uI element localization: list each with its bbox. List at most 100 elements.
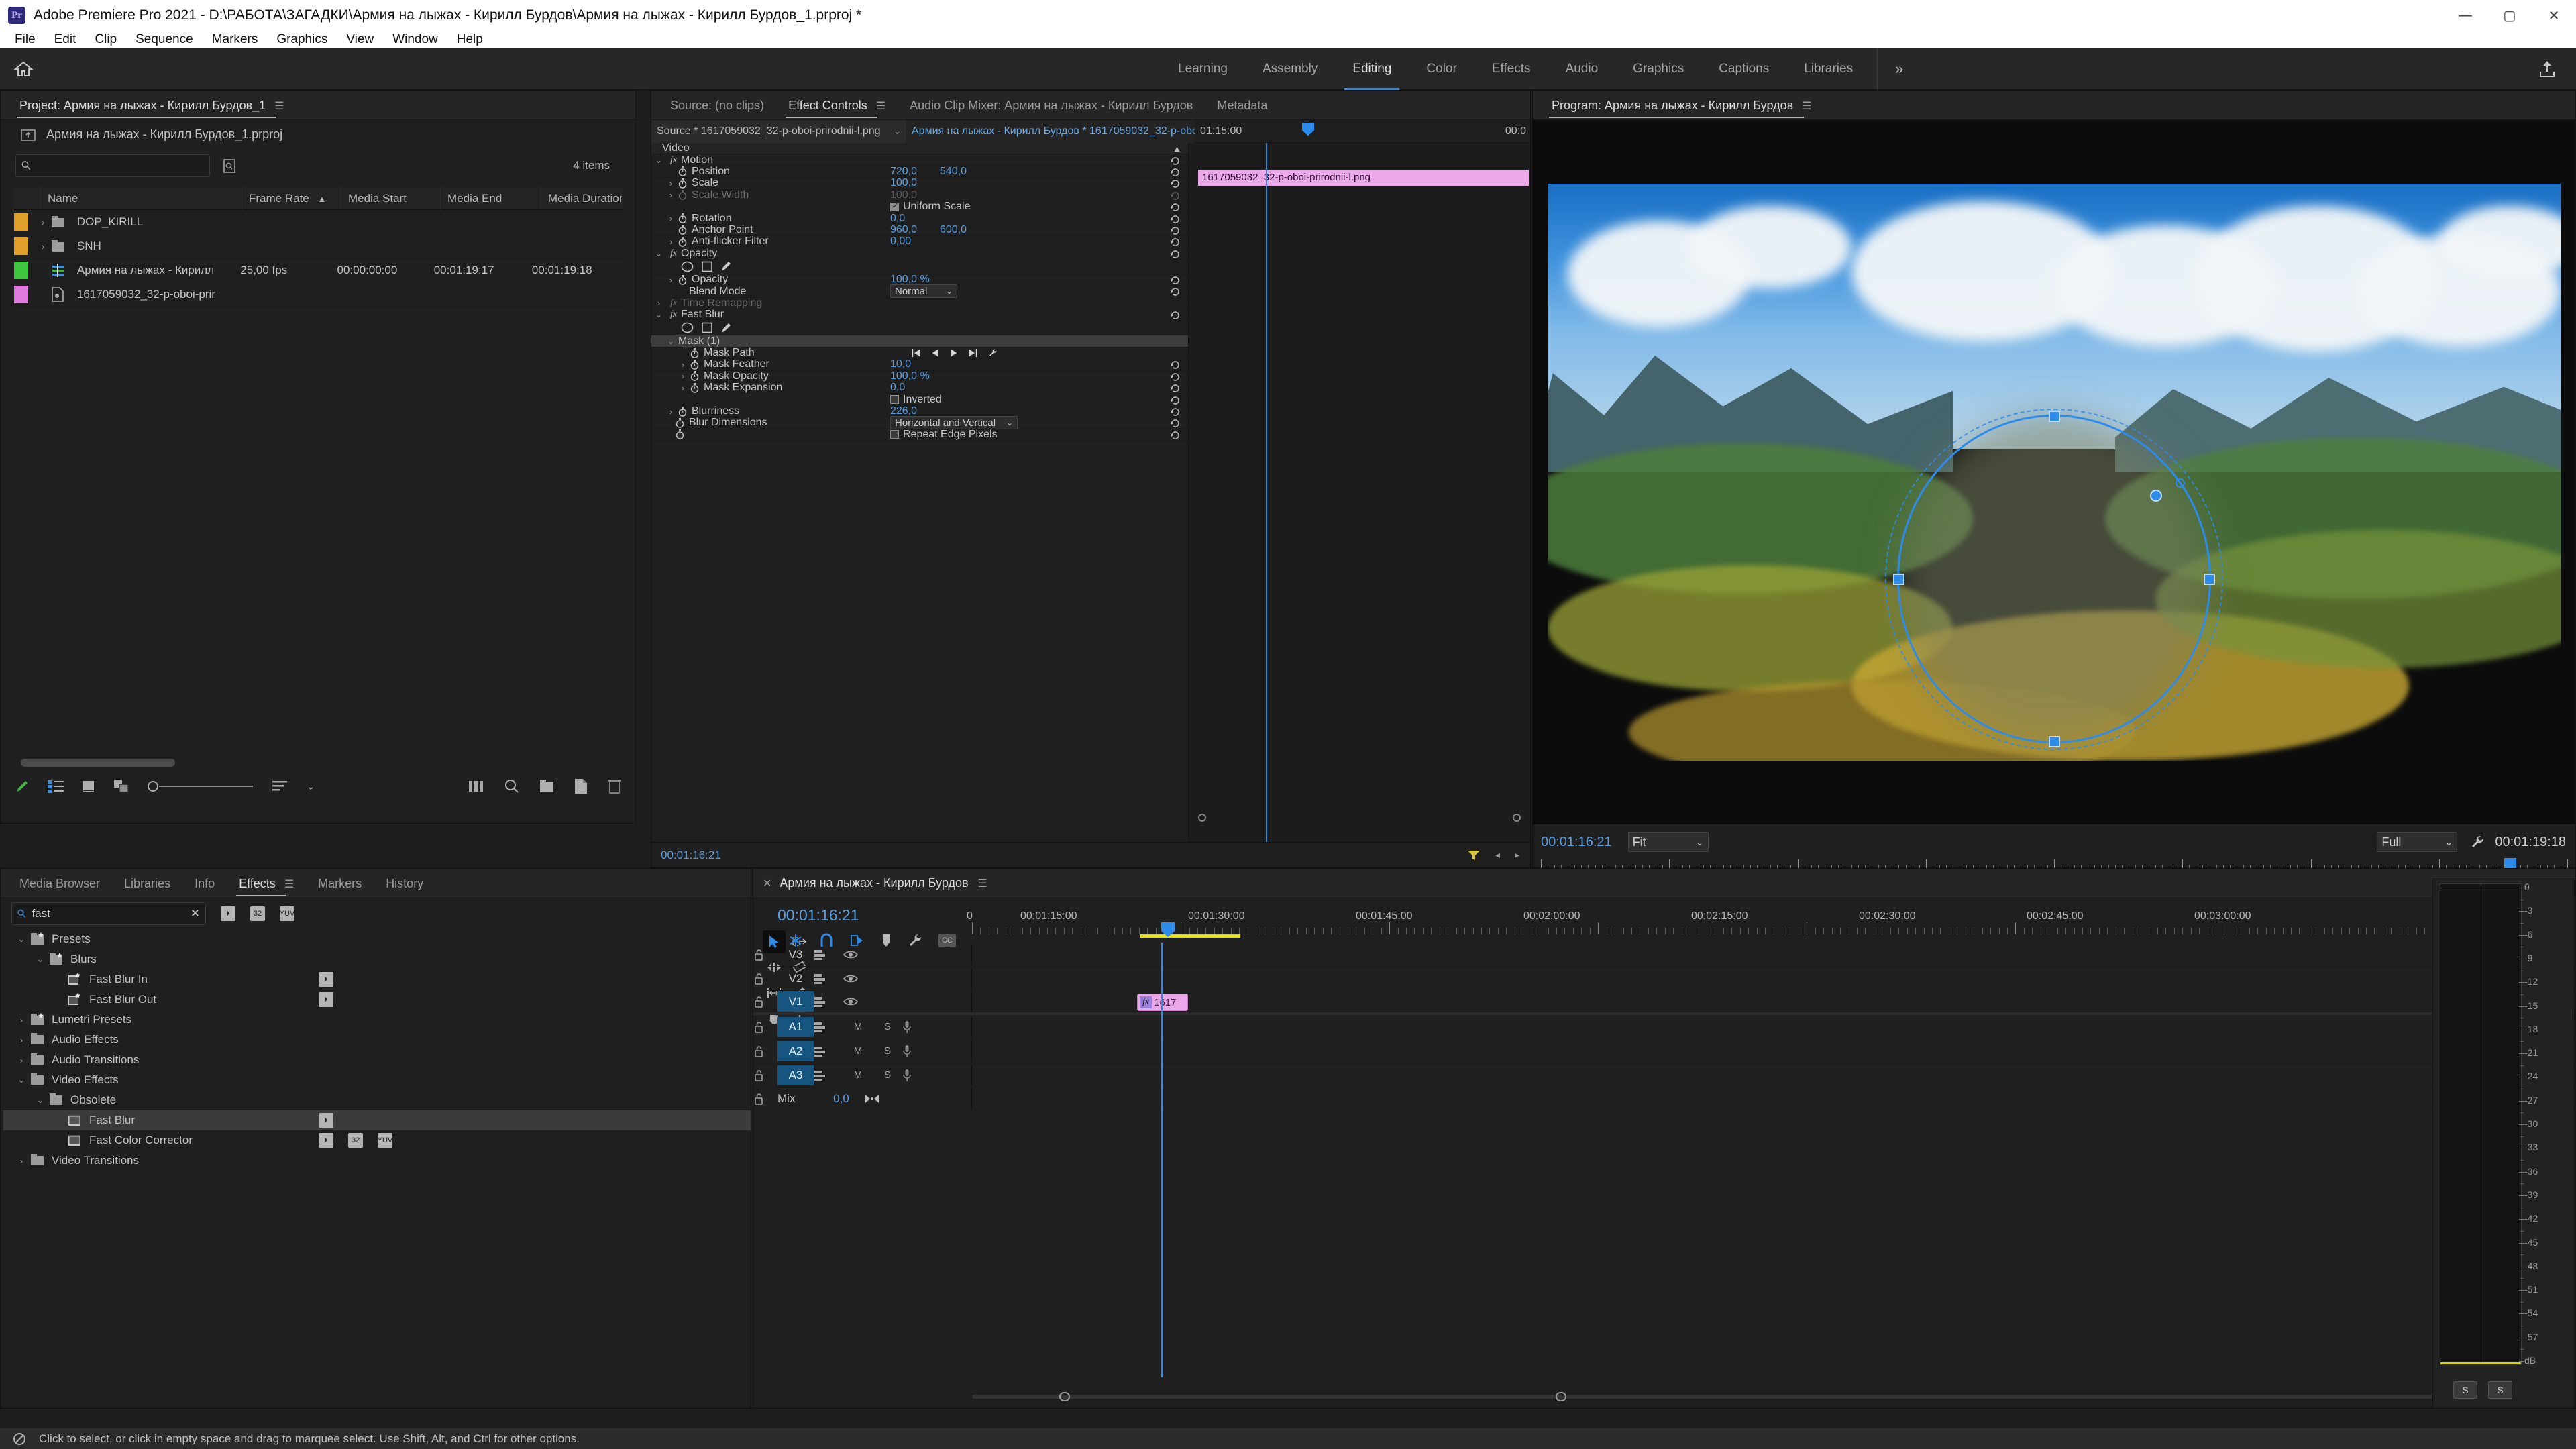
workspace-tab-graphics[interactable]: Graphics	[1615, 48, 1701, 90]
ec-clip-band[interactable]: 1617059032_32-p-oboi-prirodnii-l.png	[1198, 170, 1529, 186]
prev-keyframe-far-icon[interactable]	[912, 349, 921, 358]
twirl-icon[interactable]: ›	[663, 190, 678, 200]
effect-controls-row[interactable]: Inverted	[651, 394, 1188, 406]
twirl-icon[interactable]: ⌄	[663, 336, 678, 347]
track-lock-button[interactable]	[753, 1021, 777, 1033]
parameter-value-2[interactable]: 600,0	[940, 224, 967, 236]
effects-search-box[interactable]: ✕	[11, 902, 206, 925]
effects-tree-item[interactable]: Fast Blur Out ⏵	[3, 989, 751, 1010]
track-lock-button[interactable]	[753, 973, 777, 985]
track-target-v2[interactable]: V2	[777, 969, 814, 989]
pan-icon[interactable]	[865, 1094, 894, 1104]
table-row[interactable]: › DOP_KIRILL	[13, 210, 623, 234]
close-button[interactable]: ✕	[2532, 0, 2576, 31]
tab-source[interactable]: Source: (no clips)	[658, 91, 776, 120]
accelerated-filter-icon[interactable]: ⏵	[221, 906, 235, 921]
reset-parameter-button[interactable]	[1171, 275, 1180, 284]
panel-menu-icon[interactable]: ☰	[284, 870, 294, 900]
column-frame-rate[interactable]: Frame Rate ▲	[242, 186, 341, 210]
column-media-start[interactable]: Media Start	[341, 186, 441, 210]
effect-controls-row[interactable]	[651, 321, 1188, 336]
mask-handle-top[interactable]	[2048, 411, 2060, 422]
tracking-settings-icon[interactable]	[988, 348, 998, 358]
effects-tree-item[interactable]: Fast Blur In ⏵	[3, 969, 751, 989]
effect-controls-row[interactable]: ⌄ fx Opacity	[651, 248, 1188, 260]
stopwatch-toggle[interactable]	[676, 417, 689, 428]
tab-history[interactable]: History	[374, 869, 435, 898]
sync-lock-icon[interactable]	[814, 1021, 843, 1033]
pen-mask-icon[interactable]	[720, 260, 732, 272]
parameter-value-2[interactable]: 540,0	[940, 166, 967, 178]
thumbnail-size-icon[interactable]	[468, 780, 485, 793]
mic-icon[interactable]	[902, 1044, 932, 1058]
reset-parameter-button[interactable]	[1171, 167, 1180, 176]
track-eye-icon[interactable]	[843, 997, 873, 1006]
track-eye-icon[interactable]	[843, 974, 873, 983]
effect-controls-row[interactable]: ⌄ Mask (1)	[651, 335, 1188, 347]
menu-edit[interactable]: Edit	[45, 31, 86, 48]
timeline-playhead-timecode[interactable]: 00:01:16:21	[777, 906, 859, 924]
clear-icon[interactable]: ✕	[191, 907, 200, 920]
project-horizontal-scrollbar[interactable]	[21, 759, 175, 767]
stopwatch-toggle[interactable]	[678, 274, 692, 285]
effect-controls-row[interactable]: › Anti-flicker Filter 0,00	[651, 235, 1188, 248]
sort-icon[interactable]	[272, 779, 289, 794]
table-row[interactable]: Армия на лыжах - Кирилл 25,00 fps 00:00:00…	[13, 258, 623, 282]
next-keyframe-icon[interactable]	[968, 349, 977, 358]
find-icon[interactable]	[222, 158, 237, 173]
track-mute-button[interactable]: M	[843, 1021, 873, 1032]
mask-handle-right[interactable]	[2204, 574, 2216, 586]
ec-zoom-right-handle[interactable]	[1513, 814, 1521, 822]
pen-icon[interactable]	[14, 778, 30, 794]
tab-effects[interactable]: Effects ☰	[227, 869, 306, 898]
tab-metadata[interactable]: Metadata	[1205, 91, 1279, 120]
chevron-down-icon[interactable]: ⌄	[894, 126, 901, 137]
effect-controls-row[interactable]	[651, 260, 1188, 274]
stopwatch-toggle[interactable]	[678, 406, 692, 417]
workspace-tab-color[interactable]: Color	[1409, 48, 1474, 90]
mask-handle-left[interactable]	[1892, 574, 1904, 586]
reset-parameter-button[interactable]	[1171, 202, 1180, 211]
stopwatch-toggle[interactable]	[678, 166, 692, 177]
twirl-icon[interactable]: ›	[676, 371, 690, 381]
play-icon[interactable]	[950, 349, 957, 358]
pen-mask-icon[interactable]	[720, 322, 732, 334]
effect-controls-row[interactable]: Blend Mode Normal ⌄	[651, 284, 1188, 299]
reset-parameter-button[interactable]	[1171, 225, 1180, 235]
effect-controls-row[interactable]: › Mask Feather 10,0	[651, 358, 1188, 371]
parent-bin-icon[interactable]	[21, 127, 36, 141]
menu-view[interactable]: View	[337, 31, 383, 48]
reset-parameter-button[interactable]	[1171, 249, 1180, 258]
effects-tree-item[interactable]: › Audio Transitions	[3, 1050, 751, 1070]
twirl-icon[interactable]: ›	[663, 178, 678, 189]
workspace-tab-audio[interactable]: Audio	[1548, 48, 1616, 90]
collapse-icon[interactable]: ▲	[1173, 144, 1181, 154]
effect-controls-row[interactable]: › Rotation 0,0	[651, 213, 1188, 225]
home-icon[interactable]	[0, 60, 47, 78]
parameter-value-1[interactable]: 0,00	[890, 235, 911, 248]
audio-meter-box[interactable]	[2440, 883, 2522, 1365]
effects-search-input[interactable]	[32, 907, 185, 920]
workspace-overflow-button[interactable]: »	[1877, 48, 1921, 90]
parameter-value-1[interactable]: 100,0 %	[890, 274, 930, 286]
tab-markers[interactable]: Markers	[306, 869, 374, 898]
effect-controls-row[interactable]: Position 720,0 540,0	[651, 166, 1188, 178]
effect-controls-row[interactable]: Blur Dimensions Horizontal and Vertical ⌄	[651, 416, 1188, 430]
twirl-icon[interactable]: ⌄	[13, 934, 30, 945]
sync-lock-icon[interactable]	[814, 949, 843, 961]
panel-menu-icon[interactable]: ☰	[1802, 92, 1811, 121]
blend-mode-dropdown[interactable]: Normal ⌄	[890, 284, 957, 299]
export-icon[interactable]	[2538, 60, 2556, 78]
effects-tree-item[interactable]: ⌄ Blurs	[3, 949, 751, 969]
menu-sequence[interactable]: Sequence	[126, 31, 203, 48]
twirl-icon[interactable]: ›	[13, 1015, 30, 1025]
timeline-horizontal-scrollbar[interactable]	[972, 1392, 2441, 1401]
wrench-icon[interactable]	[2469, 834, 2485, 850]
program-playhead-timecode[interactable]: 00:01:16:21	[1533, 835, 1612, 850]
twirl-icon[interactable]: ›	[663, 275, 678, 285]
reset-parameter-button[interactable]	[1171, 286, 1180, 297]
track-target-v3[interactable]: V3	[777, 945, 814, 965]
list-view-icon[interactable]	[48, 780, 64, 793]
mic-icon[interactable]	[902, 1020, 932, 1034]
effects-tree-item[interactable]: Fast Blur ⏵	[3, 1110, 751, 1130]
